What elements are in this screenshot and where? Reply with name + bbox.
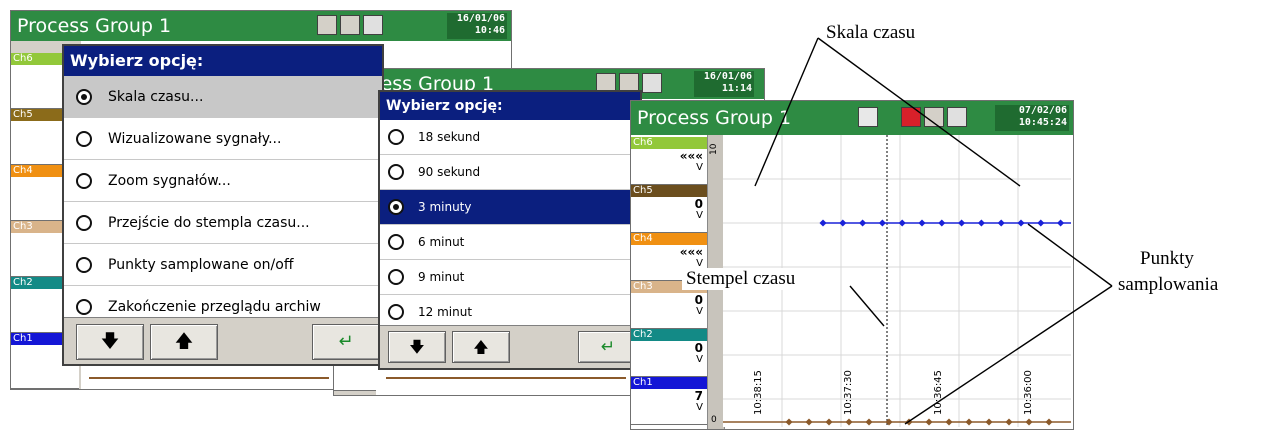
leader-time-scale-right — [817, 37, 1021, 187]
leader-samples-upper — [1027, 223, 1113, 287]
annotation-lines — [754, 37, 1113, 425]
annotation-sample-points-2: samplowania — [1118, 274, 1219, 295]
annotation-timestamp: Stempel czasu — [682, 268, 800, 290]
annotation-time-scale: Skala czasu — [826, 22, 916, 43]
annotation-sample-points-1: Punkty — [1140, 248, 1194, 269]
leader-time-scale-left — [754, 37, 819, 187]
leader-samples-lower — [904, 285, 1113, 425]
leader-timestamp — [849, 285, 885, 327]
